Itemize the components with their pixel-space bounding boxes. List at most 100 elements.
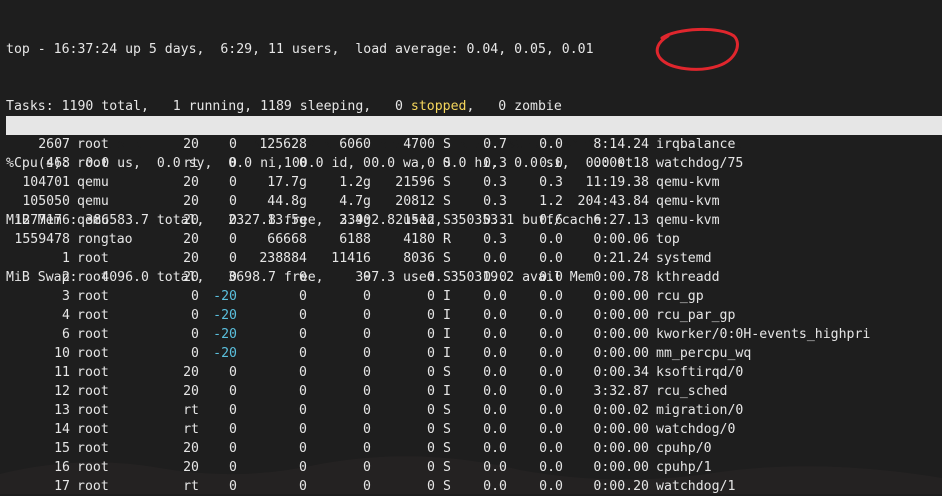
process-row[interactable]: 16 root 20 0 0 0 0 S 0.0 0.0 0:00.00 cpuhp/1 (6, 458, 870, 477)
process-row[interactable]: 104701 qemu 20 0 17.7g 1.2g 21596 S 0.3 0.3 11:19.… (6, 173, 870, 192)
cell-pid: 3 (62, 289, 70, 304)
cell-mem: 0.0 (539, 270, 563, 285)
cell-command: rcu_sched (656, 384, 728, 399)
cell-state: I (443, 289, 451, 304)
cell-pr: 20 (183, 365, 199, 380)
cell-res: 11416 (331, 251, 371, 266)
cell-command: kworker/0:0H-events_highpri (656, 327, 871, 342)
cell-state: S (443, 194, 451, 209)
cell-pid: 468 (46, 156, 70, 171)
process-row[interactable]: 3 root 0 -20 0 0 0 I 0.0 0.0 0:00.00 rcu_gp (6, 287, 870, 306)
cell-mem: 0.0 (539, 327, 563, 342)
cell-cpu: 0.0 (483, 384, 507, 399)
cell-virt: 0 (299, 346, 307, 361)
cell-user: root (77, 422, 109, 437)
cell-shr: 0 (427, 365, 435, 380)
cell-virt: 44.8g (267, 194, 307, 209)
cell-command: qemu-kvm (656, 175, 720, 190)
process-row[interactable]: 2 root 20 0 0 0 0 S 0.0 0.0 0:00.78 kthreadd (6, 268, 870, 287)
cell-ni: -20 (213, 289, 237, 304)
cell-virt: 0 (299, 289, 307, 304)
cell-state: S (443, 156, 451, 171)
cell-command: top (656, 232, 680, 247)
process-row[interactable]: 17 root rt 0 0 0 0 S 0.0 0.0 0:00.20 watchdog/1 (6, 477, 870, 496)
cell-mem: 0.0 (539, 460, 563, 475)
cell-user: root (77, 137, 109, 152)
cell-res: 0 (363, 479, 371, 494)
cell-cpu: 0.0 (483, 289, 507, 304)
cell-user: root (77, 460, 109, 475)
cell-time: 0:00.00 (593, 289, 649, 304)
cell-command: cpuhp/0 (656, 441, 712, 456)
process-row[interactable]: 2607 root 20 0 125628 6060 4700 S 0.7 0.0 8:14.24 i… (6, 135, 870, 154)
cell-res: 0 (363, 327, 371, 342)
cell-res: 0 (363, 346, 371, 361)
cell-ni: -20 (213, 327, 237, 342)
cell-command: irqbalance (656, 137, 736, 152)
cell-cpu: 0.3 (483, 156, 507, 171)
cell-res: 0 (363, 441, 371, 456)
cell-state: S (443, 479, 451, 494)
process-row[interactable]: 13 root rt 0 0 0 0 S 0.0 0.0 0:00.02 migration/0 (6, 401, 870, 420)
cell-pid: 2607 (38, 137, 70, 152)
cell-time: 3:32.87 (593, 384, 649, 399)
cell-mem: 0.0 (539, 137, 563, 152)
cell-virt: 0 (299, 479, 307, 494)
process-row[interactable]: 14 root rt 0 0 0 0 S 0.0 0.0 0:00.00 watchdog/0 (6, 420, 870, 439)
tasks-stopped: stopped (410, 99, 467, 114)
process-table-header[interactable]: PID USER PR NI VIRT RES SHR S %CPU %MEM TIME+ COMMA… (6, 116, 942, 152)
cell-shr: 0 (427, 308, 435, 323)
cell-cpu: 0.0 (483, 365, 507, 380)
process-row[interactable]: 15 root 20 0 0 0 0 S 0.0 0.0 0:00.00 cpuhp/0 (6, 439, 870, 458)
cell-time: 11:19.38 (585, 175, 649, 190)
cell-user: root (77, 441, 109, 456)
cell-user: root (77, 365, 109, 380)
cell-time: 0:00.02 (593, 403, 649, 418)
cell-cpu: 0.0 (483, 403, 507, 418)
process-row[interactable]: 105050 qemu 20 0 44.8g 4.7g 20812 S 0.3 1.2 204:43… (6, 192, 870, 211)
cell-ni: -20 (213, 308, 237, 323)
terminal-window[interactable]: top - 16:37:24 up 5 days, 6:29, 11 users… (0, 0, 942, 494)
cell-pid: 11 (54, 365, 70, 380)
cell-shr: 21596 (395, 175, 435, 190)
cell-ni: 0 (229, 365, 237, 380)
cell-shr: 0 (427, 479, 435, 494)
process-list: 2607 root 20 0 125628 6060 4700 S 0.7 0.0 8:14.24 i… (6, 135, 870, 496)
cell-shr: 0 (427, 156, 435, 171)
cell-pid: 6 (62, 327, 70, 342)
cell-state: S (443, 213, 451, 228)
cell-virt: 238884 (259, 251, 307, 266)
process-row[interactable]: 4 root 0 -20 0 0 0 I 0.0 0.0 0:00.00 rcu_par_gp (6, 306, 870, 325)
cell-shr: 0 (427, 441, 435, 456)
process-row[interactable]: 6 root 0 -20 0 0 0 I 0.0 0.0 0:00.00 kworker/0:0H-e… (6, 325, 870, 344)
process-row[interactable]: 1559478 rongtao 20 0 66668 6188 4180 R 0.3 0.0 0:0… (6, 230, 870, 249)
process-row[interactable]: 468 root rt 0 0 0 0 S 0.3 0.0 0:00.18 watchdog/75 (6, 154, 870, 173)
tasks-suffix: , 0 zombie (466, 99, 562, 114)
process-row[interactable]: 10 root 0 -20 0 0 0 I 0.0 0.0 0:00.00 mm_percpu_wq (6, 344, 870, 363)
cell-state: I (443, 308, 451, 323)
cell-pid: 1277176 (14, 213, 70, 228)
cell-time: 6:27.13 (593, 213, 649, 228)
cell-time: 0:00.78 (593, 270, 649, 285)
process-row[interactable]: 1277176 qemu 20 0 13.5g 2.4g 21512 S 0.3 0.6 6:27.… (6, 211, 870, 230)
cell-state: I (443, 327, 451, 342)
cell-pr: 20 (183, 175, 199, 190)
cell-ni: 0 (229, 213, 237, 228)
cell-command: kthreadd (656, 270, 720, 285)
cell-state: S (443, 365, 451, 380)
cell-res: 0 (363, 403, 371, 418)
cell-mem: 0.0 (539, 384, 563, 399)
cell-mem: 0.0 (539, 251, 563, 266)
process-row[interactable]: 12 root 20 0 0 0 0 I 0.0 0.0 3:32.87 rcu_sched (6, 382, 870, 401)
cell-res: 0 (363, 365, 371, 380)
cell-command: rcu_par_gp (656, 308, 736, 323)
cell-pid: 14 (54, 422, 70, 437)
cell-pid: 105050 (22, 194, 70, 209)
process-row[interactable]: 1 root 20 0 238884 11416 8036 S 0.0 0.0 0:21.24 sys… (6, 249, 870, 268)
cell-pr: rt (183, 422, 199, 437)
cell-state: S (443, 441, 451, 456)
process-row[interactable]: 11 root 20 0 0 0 0 S 0.0 0.0 0:00.34 ksoftirqd/0 (6, 363, 870, 382)
cell-pr: 20 (183, 441, 199, 456)
cell-state: I (443, 384, 451, 399)
cell-res: 0 (363, 422, 371, 437)
